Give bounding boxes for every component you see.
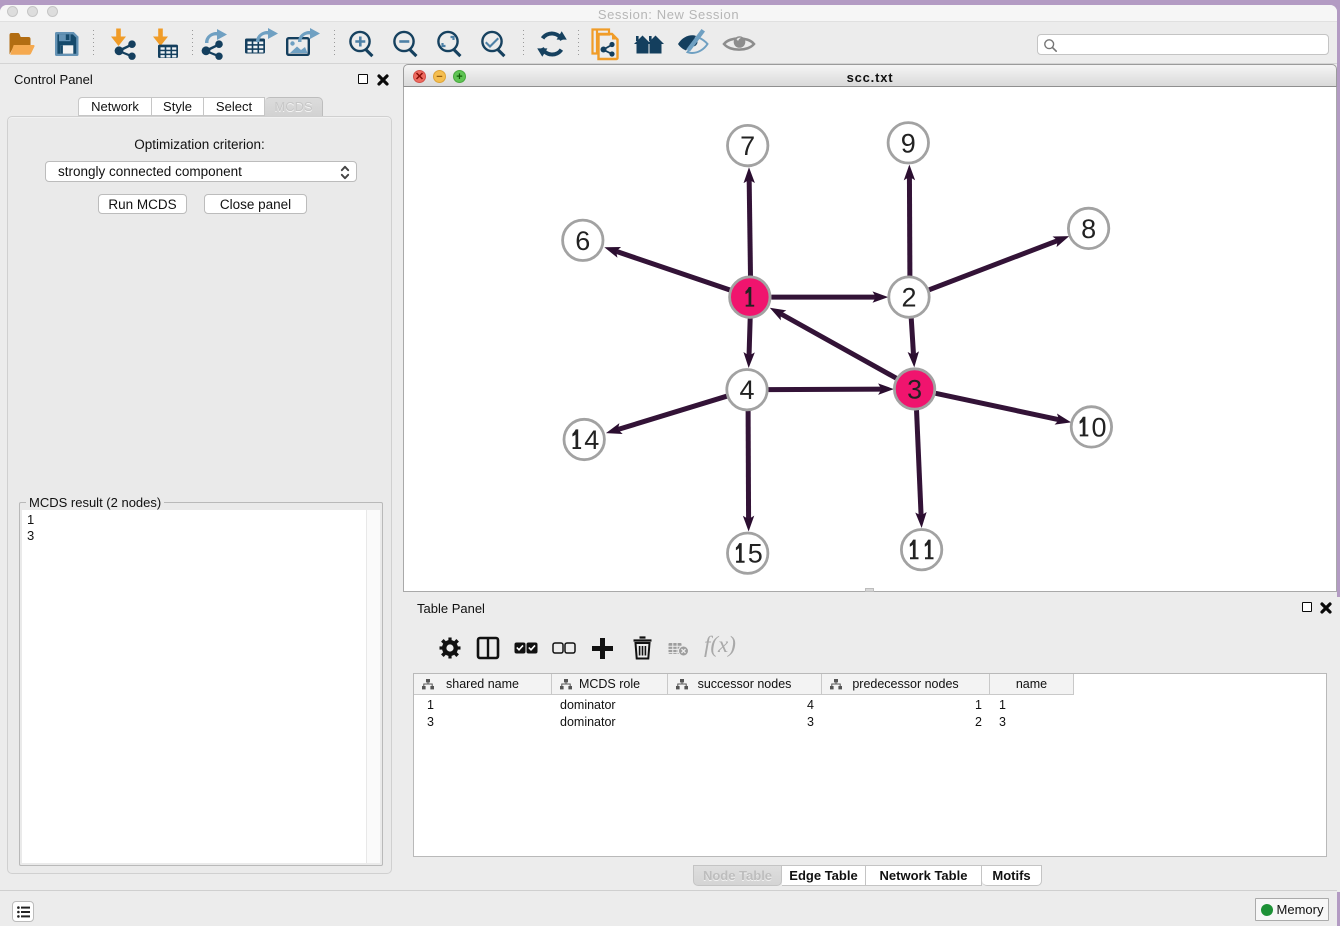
svg-text:4: 4 bbox=[584, 425, 599, 455]
svg-text:5: 5 bbox=[748, 539, 763, 569]
svg-text:3: 3 bbox=[907, 375, 922, 405]
svg-text:7: 7 bbox=[740, 131, 755, 161]
svg-text:9: 9 bbox=[901, 128, 916, 158]
svg-text:4: 4 bbox=[739, 375, 754, 405]
svg-text:0: 0 bbox=[1091, 412, 1106, 442]
svg-text:8: 8 bbox=[1081, 214, 1096, 244]
svg-text:6: 6 bbox=[575, 226, 590, 256]
svg-text:2: 2 bbox=[901, 283, 916, 313]
